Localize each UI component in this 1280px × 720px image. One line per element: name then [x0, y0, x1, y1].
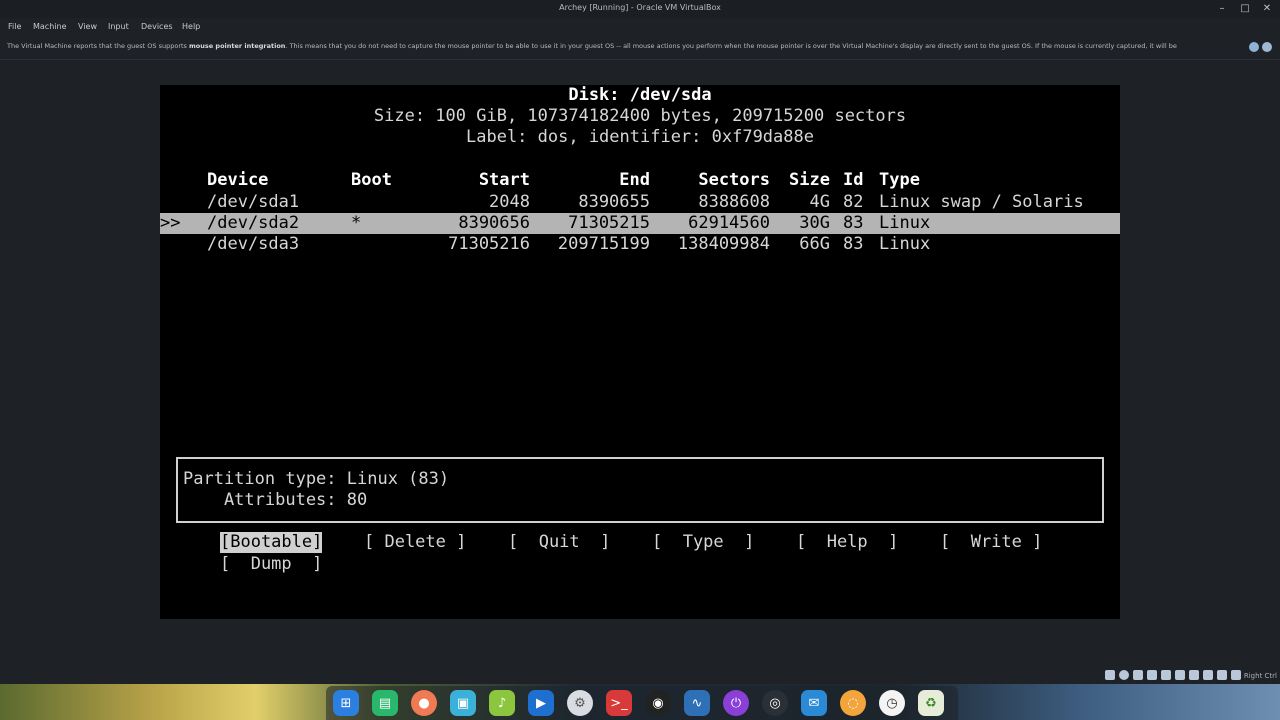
menu-devices[interactable]: Devices [141, 22, 173, 31]
header-boot: Boot [351, 170, 392, 190]
menu-machine[interactable]: Machine [33, 22, 67, 31]
header-start: Start [478, 170, 530, 190]
files-icon[interactable]: ▤ [372, 690, 398, 716]
row-device: /dev/sda2 [207, 213, 300, 233]
row-id: 83 [843, 234, 864, 254]
row-id: 82 [843, 192, 864, 212]
delete-button[interactable]: [ Delete ] [364, 532, 466, 553]
menu-help[interactable]: Help [182, 22, 200, 31]
music-icon[interactable]: ♪ [489, 690, 515, 716]
row-device: /dev/sda3 [207, 234, 300, 254]
host-key-label: Right Ctrl [1243, 672, 1277, 680]
row-boot-flag: * [351, 213, 362, 233]
row-size: 30G [799, 213, 830, 233]
quit-button[interactable]: [ Quit ] [508, 532, 610, 553]
mouse-integration-notice: The Virtual Machine reports that the gue… [0, 37, 1280, 60]
dump-button[interactable]: [ Dump ] [220, 554, 322, 575]
minimize-icon[interactable]: – [1215, 2, 1229, 16]
system-monitor-icon[interactable]: ∿ [684, 690, 710, 716]
row-device: /dev/sda1 [207, 192, 300, 212]
trash-icon[interactable]: ♻ [918, 690, 944, 716]
header-sectors: Sectors [698, 170, 770, 190]
row-start: 2048 [489, 192, 530, 212]
disk-title: Disk: /dev/sda [568, 85, 712, 105]
terminal-icon[interactable]: >_ [606, 690, 632, 716]
partition-type-text: Partition type: Linux (83) [183, 469, 450, 489]
menu-input[interactable]: Input [108, 22, 129, 31]
usb-icon[interactable] [1161, 670, 1171, 680]
menu-file[interactable]: File [8, 22, 21, 31]
window-title: Archey [Running] - Oracle VM VirtualBox [559, 3, 721, 12]
row-sectors: 138409984 [677, 234, 770, 254]
header-size: Size [789, 170, 830, 190]
app-launcher-icon[interactable]: ⊞ [333, 690, 359, 716]
browser-icon[interactable]: ◎ [762, 690, 788, 716]
maximize-icon[interactable]: □ [1238, 2, 1252, 16]
row-end: 8390655 [578, 192, 650, 212]
audio-icon[interactable] [1133, 670, 1143, 680]
power-icon[interactable]: ⏻ [723, 690, 749, 716]
row-type: Linux swap / Solaris [879, 192, 1084, 212]
partition-info-box: Partition type: Linux (83) Attributes: 8… [176, 457, 1104, 523]
row-type: Linux [879, 234, 931, 254]
screenshot-icon[interactable]: ● [411, 690, 437, 716]
attributes-text: Attributes: 80 [183, 490, 368, 510]
mouse-integration-icon[interactable] [1231, 670, 1241, 680]
cpu-icon[interactable] [1217, 670, 1227, 680]
hard-disk-icon[interactable] [1105, 670, 1115, 680]
disk-label: Label: dos, identifier: 0xf79da88e [466, 127, 814, 147]
chromium-icon[interactable]: ◌ [840, 690, 866, 716]
write-button[interactable]: [ Write ] [940, 532, 1042, 553]
selection-marker: >> [160, 213, 181, 233]
video-capture-icon[interactable] [1203, 670, 1213, 680]
row-end: 71305215 [568, 213, 650, 233]
row-type: Linux [879, 213, 931, 233]
mail-icon[interactable]: ✉ [801, 690, 827, 716]
store-icon[interactable]: ▣ [450, 690, 476, 716]
settings-icon[interactable]: ⚙ [567, 690, 593, 716]
header-device: Device [207, 170, 269, 190]
menu-bar: File Machine View Input Devices Help [0, 18, 1280, 36]
bootable-button[interactable]: [Bootable] [220, 532, 323, 553]
row-sectors: 62914560 [688, 213, 770, 233]
row-size: 66G [799, 234, 830, 254]
header-type: Type [879, 170, 920, 190]
row-sectors: 8388608 [698, 192, 770, 212]
close-notice-icon[interactable] [1262, 42, 1272, 52]
info-icon[interactable] [1249, 42, 1259, 52]
obs-icon[interactable]: ◉ [645, 690, 671, 716]
header-end: End [619, 170, 650, 190]
disk-size: Size: 100 GiB, 107374182400 bytes, 20971… [373, 106, 907, 126]
help-button[interactable]: [ Help ] [796, 532, 898, 553]
vm-display[interactable]: Disk: /dev/sda Size: 100 GiB, 1073741824… [160, 85, 1120, 619]
menu-view[interactable]: View [78, 22, 97, 31]
title-bar: Archey [Running] - Oracle VM VirtualBox … [0, 0, 1280, 18]
row-end: 209715199 [557, 234, 650, 254]
clock-icon[interactable]: ◷ [879, 690, 905, 716]
optical-drive-icon[interactable] [1119, 670, 1129, 680]
row-size: 4G [809, 192, 830, 212]
display-icon[interactable] [1189, 670, 1199, 680]
network-icon[interactable] [1147, 670, 1157, 680]
type-button[interactable]: [ Type ] [652, 532, 754, 553]
video-icon[interactable]: ▶ [528, 690, 554, 716]
header-id: Id [843, 170, 864, 190]
notice-text: The Virtual Machine reports that the gue… [7, 42, 1177, 50]
row-start: 71305216 [448, 234, 530, 254]
shared-folders-icon[interactable] [1175, 670, 1185, 680]
row-start: 8390656 [458, 213, 530, 233]
close-icon[interactable]: ✕ [1260, 2, 1274, 16]
row-id: 83 [843, 213, 864, 233]
